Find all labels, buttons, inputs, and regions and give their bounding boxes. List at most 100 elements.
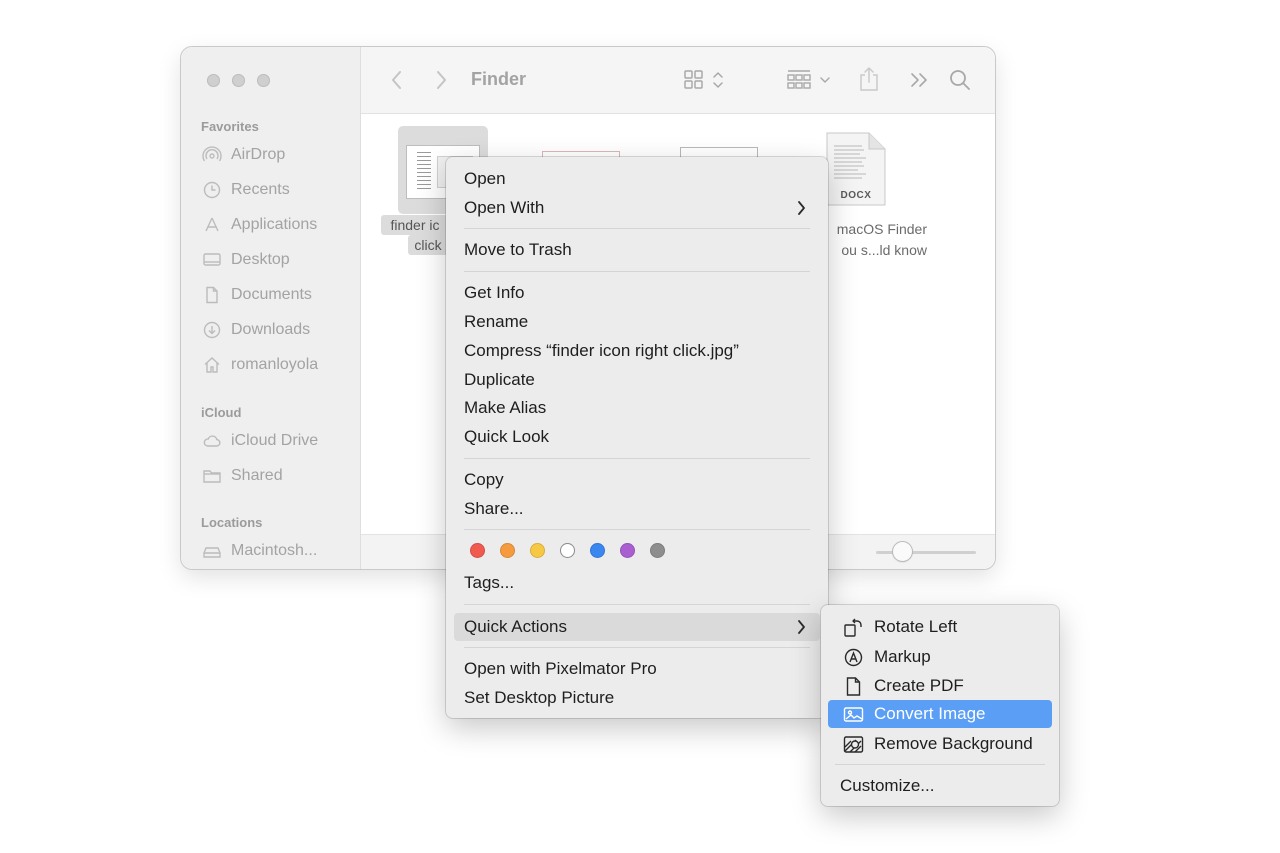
group-button[interactable] xyxy=(787,69,833,91)
menu-item-label: Open With xyxy=(464,198,545,217)
menu-separator xyxy=(464,604,810,605)
sidebar-item-label: AirDrop xyxy=(231,146,286,163)
window-title: Finder xyxy=(471,69,527,89)
menu-item-label: Move to Trash xyxy=(464,240,572,259)
menu-item-label: Tags... xyxy=(464,573,515,592)
favorites-heading: Favorites xyxy=(201,119,259,134)
sidebar-item-documents[interactable]: Documents xyxy=(202,283,312,307)
menu-item-share[interactable]: Share... xyxy=(454,496,820,522)
home-icon xyxy=(204,357,220,373)
chevron-right-icon xyxy=(798,201,805,215)
convert-image-icon xyxy=(843,706,864,722)
menu-item-duplicate[interactable]: Duplicate xyxy=(454,367,820,393)
close-window-button[interactable] xyxy=(207,74,220,87)
file-item-docx[interactable]: DOCX xyxy=(826,132,886,206)
tag-red[interactable] xyxy=(470,543,485,558)
sidebar-item-airdrop[interactable]: AirDrop xyxy=(202,143,285,167)
menu-item-rename[interactable]: Rename xyxy=(454,309,820,335)
sidebar-item-label: Recents xyxy=(231,181,290,198)
submenu-item-label: Customize... xyxy=(840,776,935,795)
menu-item-move-to-trash[interactable]: Move to Trash xyxy=(454,237,820,263)
back-button[interactable] xyxy=(391,70,403,90)
document-icon xyxy=(206,286,218,304)
menu-item-label: Quick Actions xyxy=(464,617,567,636)
sidebar-item-shared[interactable]: Shared xyxy=(202,464,283,488)
submenu-item-label: Create PDF xyxy=(874,676,964,695)
cloud-icon xyxy=(203,435,221,447)
pdf-icon xyxy=(846,676,861,696)
desktop-icon xyxy=(203,253,221,266)
sidebar-item-label: Applications xyxy=(231,216,318,233)
tag-purple[interactable] xyxy=(620,543,635,558)
forward-button[interactable] xyxy=(435,70,447,90)
menu-item-label: Open xyxy=(464,169,506,188)
menu-item-set-desktop-picture[interactable]: Set Desktop Picture xyxy=(454,685,820,711)
airdrop-icon xyxy=(202,146,222,162)
sidebar-item-recents[interactable]: Recents xyxy=(202,178,290,202)
menu-item-open[interactable]: Open xyxy=(454,166,820,192)
menu-item-label: Copy xyxy=(464,470,504,489)
tag-orange[interactable] xyxy=(500,543,515,558)
menu-item-label: Set Desktop Picture xyxy=(464,688,615,707)
sidebar-item-label: romanloyola xyxy=(231,356,319,373)
tag-yellow[interactable] xyxy=(530,543,545,558)
menu-separator xyxy=(464,228,810,229)
icon-size-slider-knob[interactable] xyxy=(893,542,912,561)
submenu-item-customize[interactable]: Customize... xyxy=(828,772,1052,800)
icloud-heading: iCloud xyxy=(201,405,242,420)
chevron-right-icon xyxy=(798,620,805,634)
remove-background-icon xyxy=(843,735,864,753)
menu-item-get-info[interactable]: Get Info xyxy=(454,280,820,306)
tag-none[interactable] xyxy=(560,543,575,558)
submenu-item-label: Remove Background xyxy=(874,734,1033,753)
submenu-item-rotate-left[interactable]: Rotate Left xyxy=(828,613,1052,641)
share-button[interactable] xyxy=(858,66,880,92)
quick-actions-submenu: Rotate Left Markup Create PDF Convert Im… xyxy=(821,605,1059,806)
menu-item-quick-look[interactable]: Quick Look xyxy=(454,424,820,450)
menu-item-label: Duplicate xyxy=(464,370,535,389)
submenu-item-remove-background[interactable]: Remove Background xyxy=(828,730,1052,758)
menu-item-label: Make Alias xyxy=(464,398,547,417)
locations-heading: Locations xyxy=(201,515,263,530)
submenu-item-convert-image[interactable]: Convert Image xyxy=(828,700,1052,728)
menu-item-compress[interactable]: Compress “finder icon right click.jpg” xyxy=(454,338,820,364)
share-icon xyxy=(860,67,878,91)
tag-blue[interactable] xyxy=(590,543,605,558)
sidebar-item-icloud-drive[interactable]: iCloud Drive xyxy=(202,429,318,453)
menu-separator xyxy=(464,647,810,648)
sidebar-item-home[interactable]: romanloyola xyxy=(202,353,318,377)
menu-item-label: Get Info xyxy=(464,283,525,302)
sidebar-item-macintosh[interactable]: Macintosh... xyxy=(202,539,317,563)
shared-folder-icon xyxy=(203,470,221,483)
menu-item-label: Rename xyxy=(464,312,529,331)
icon-size-slider-track[interactable] xyxy=(876,551,976,554)
sidebar-item-applications[interactable]: Applications xyxy=(202,213,317,237)
menu-item-label: Quick Look xyxy=(464,427,550,446)
file-name: finder ic xyxy=(381,215,449,235)
menu-item-tags[interactable]: Tags... xyxy=(454,570,820,596)
view-mode-button[interactable] xyxy=(684,69,732,91)
zoom-window-button[interactable] xyxy=(257,74,270,87)
minimize-window-button[interactable] xyxy=(232,74,245,87)
context-menu: Open Open With Move to Trash Get Info Re… xyxy=(446,157,828,718)
chevron-right-icon xyxy=(437,71,446,89)
menu-item-make-alias[interactable]: Make Alias xyxy=(454,395,820,421)
sidebar-item-downloads[interactable]: Downloads xyxy=(202,318,310,342)
icon-view-grid-icon xyxy=(684,70,723,89)
menu-item-open-with[interactable]: Open With xyxy=(454,195,820,221)
more-toolbar-button[interactable] xyxy=(910,71,930,89)
menu-item-copy[interactable]: Copy xyxy=(454,467,820,493)
submenu-item-label: Convert Image xyxy=(874,704,986,723)
sidebar-item-desktop[interactable]: Desktop xyxy=(202,248,290,272)
markup-icon xyxy=(844,648,863,666)
search-button[interactable] xyxy=(949,69,971,91)
sidebar-item-label: iCloud Drive xyxy=(231,432,319,449)
menu-item-label: Open with Pixelmator Pro xyxy=(464,659,657,678)
menu-separator xyxy=(464,458,810,459)
tag-gray[interactable] xyxy=(650,543,665,558)
submenu-item-markup[interactable]: Markup xyxy=(828,643,1052,671)
menu-item-quick-actions[interactable]: Quick Actions xyxy=(454,613,820,641)
submenu-item-create-pdf[interactable]: Create PDF xyxy=(828,672,1052,700)
submenu-item-label: Rotate Left xyxy=(874,617,958,636)
menu-item-open-with-pixelmator[interactable]: Open with Pixelmator Pro xyxy=(454,656,820,682)
